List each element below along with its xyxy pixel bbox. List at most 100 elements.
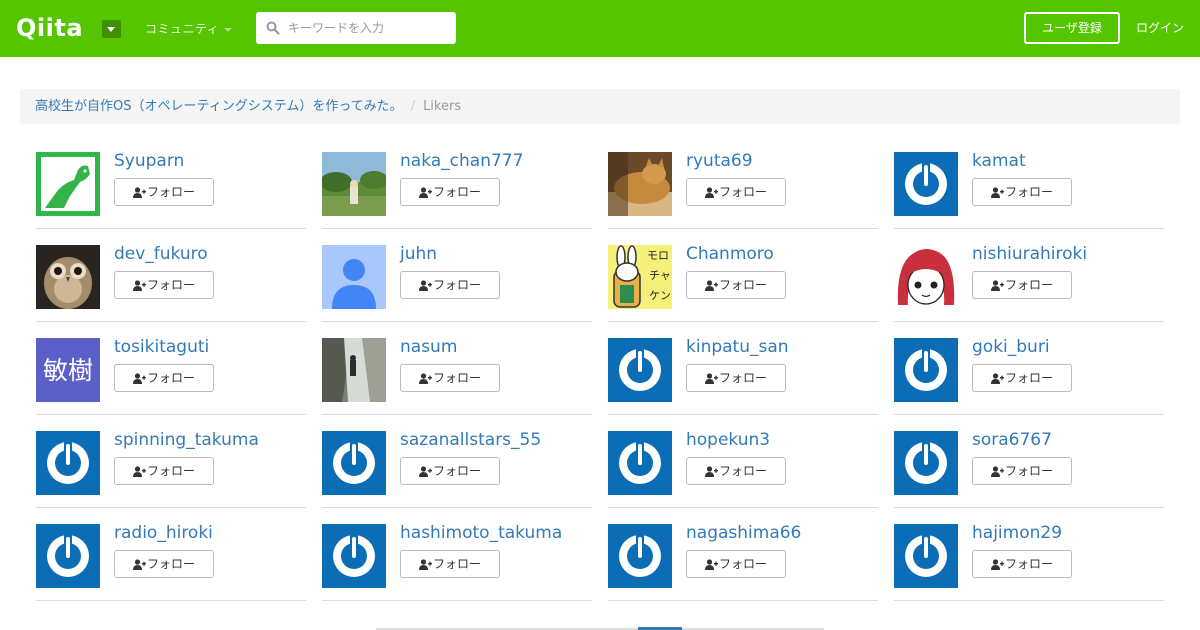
user-avatar[interactable] bbox=[322, 338, 386, 402]
follow-button-label: フォロー bbox=[1004, 464, 1053, 478]
user-avatar[interactable] bbox=[322, 431, 386, 495]
user-avatar[interactable]: 敏樹 bbox=[36, 338, 100, 402]
user-avatar[interactable] bbox=[36, 524, 100, 588]
user-name-link[interactable]: nishiurahiroki bbox=[972, 243, 1087, 265]
follow-button[interactable]: フォロー bbox=[400, 364, 500, 392]
follow-button[interactable]: フォロー bbox=[972, 364, 1072, 392]
login-link[interactable]: ログイン bbox=[1136, 20, 1184, 36]
svg-text:モロ: モロ bbox=[647, 249, 669, 262]
follow-button[interactable]: フォロー bbox=[686, 550, 786, 578]
follow-button-label: フォロー bbox=[718, 278, 767, 292]
liker-card: naka_chan777 フォロー bbox=[322, 150, 592, 229]
user-name-link[interactable]: Chanmoro bbox=[686, 243, 774, 265]
follow-button-label: フォロー bbox=[1004, 185, 1053, 199]
user-avatar[interactable] bbox=[322, 524, 386, 588]
follow-button-label: フォロー bbox=[1004, 371, 1053, 385]
follow-button[interactable]: フォロー bbox=[686, 364, 786, 392]
follow-button-label: フォロー bbox=[432, 185, 481, 199]
user-plus-icon bbox=[418, 187, 432, 198]
search-input[interactable] bbox=[288, 12, 452, 44]
follow-button[interactable]: フォロー bbox=[972, 178, 1072, 206]
user-name-link[interactable]: sazanallstars_55 bbox=[400, 429, 541, 451]
user-name-link[interactable]: naka_chan777 bbox=[400, 150, 523, 172]
follow-button-label: フォロー bbox=[718, 371, 767, 385]
user-name-link[interactable]: goki_buri bbox=[972, 336, 1050, 358]
liker-card: hopekun3 フォロー bbox=[608, 429, 878, 508]
user-name-link[interactable]: kinpatu_san bbox=[686, 336, 789, 358]
user-avatar[interactable] bbox=[322, 245, 386, 309]
follow-button[interactable]: フォロー bbox=[114, 364, 214, 392]
user-plus-icon bbox=[990, 187, 1004, 198]
user-avatar[interactable] bbox=[894, 245, 958, 309]
liker-card: radio_hiroki フォロー bbox=[36, 522, 306, 601]
user-name-link[interactable]: dev_fukuro bbox=[114, 243, 208, 265]
user-name-link[interactable]: kamat bbox=[972, 150, 1026, 172]
user-avatar[interactable] bbox=[608, 152, 672, 216]
user-avatar[interactable] bbox=[36, 431, 100, 495]
user-avatar[interactable] bbox=[36, 152, 100, 216]
follow-button[interactable]: フォロー bbox=[686, 457, 786, 485]
user-name-link[interactable]: nagashima66 bbox=[686, 522, 801, 544]
user-plus-icon bbox=[704, 466, 718, 477]
follow-button-label: フォロー bbox=[146, 278, 195, 292]
user-plus-icon bbox=[990, 559, 1004, 570]
follow-button[interactable]: フォロー bbox=[972, 271, 1072, 299]
svg-text:チャ: チャ bbox=[649, 269, 671, 282]
follow-button[interactable]: フォロー bbox=[114, 178, 214, 206]
breadcrumb: 高校生が自作OS（オペレーティングシステム）を作ってみた。 / Likers bbox=[20, 89, 1180, 124]
user-name-link[interactable]: hajimon29 bbox=[972, 522, 1062, 544]
user-name-link[interactable]: nasum bbox=[400, 336, 457, 358]
follow-button[interactable]: フォロー bbox=[686, 271, 786, 299]
user-plus-icon bbox=[990, 280, 1004, 291]
user-avatar[interactable] bbox=[322, 152, 386, 216]
follow-button[interactable]: フォロー bbox=[400, 550, 500, 578]
user-name-link[interactable]: hashimoto_takuma bbox=[400, 522, 562, 544]
user-plus-icon bbox=[704, 373, 718, 384]
liker-card: 敏樹 tosikitaguti フォロー bbox=[36, 336, 306, 415]
follow-button-label: フォロー bbox=[146, 371, 195, 385]
community-menu[interactable]: コミュニティ bbox=[145, 21, 219, 37]
user-name-link[interactable]: Syuparn bbox=[114, 150, 184, 172]
follow-button[interactable]: フォロー bbox=[114, 550, 214, 578]
follow-button-label: フォロー bbox=[146, 464, 195, 478]
follow-button[interactable]: フォロー bbox=[114, 457, 214, 485]
user-name-link[interactable]: ryuta69 bbox=[686, 150, 753, 172]
user-avatar[interactable] bbox=[894, 431, 958, 495]
user-plus-icon bbox=[418, 466, 432, 477]
follow-button[interactable]: フォロー bbox=[114, 271, 214, 299]
user-avatar[interactable] bbox=[894, 338, 958, 402]
user-avatar[interactable] bbox=[894, 524, 958, 588]
user-name-link[interactable]: hopekun3 bbox=[686, 429, 770, 451]
user-name-link[interactable]: spinning_takuma bbox=[114, 429, 259, 451]
qiita-logo[interactable]: Qiita bbox=[16, 14, 83, 42]
chevron-down-icon[interactable] bbox=[224, 28, 232, 32]
user-name-link[interactable]: juhn bbox=[400, 243, 437, 265]
user-avatar[interactable] bbox=[608, 431, 672, 495]
liker-card: goki_buri フォロー bbox=[894, 336, 1164, 415]
user-plus-icon bbox=[704, 187, 718, 198]
follow-button[interactable]: フォロー bbox=[972, 550, 1072, 578]
user-avatar[interactable]: モロ チャ ケン bbox=[608, 245, 672, 309]
user-avatar[interactable] bbox=[894, 152, 958, 216]
user-name-link[interactable]: tosikitaguti bbox=[114, 336, 209, 358]
user-name-link[interactable]: sora6767 bbox=[972, 429, 1052, 451]
follow-button[interactable]: フォロー bbox=[972, 457, 1072, 485]
user-plus-icon bbox=[418, 559, 432, 570]
follow-button[interactable]: フォロー bbox=[686, 178, 786, 206]
breadcrumb-article-link[interactable]: 高校生が自作OS（オペレーティングシステム）を作ってみた。 bbox=[35, 99, 403, 114]
user-avatar[interactable] bbox=[608, 524, 672, 588]
svg-text:ケン: ケン bbox=[649, 289, 671, 302]
user-avatar[interactable] bbox=[608, 338, 672, 402]
liker-card: juhn フォロー bbox=[322, 243, 592, 322]
signup-button[interactable]: ユーザ登録 bbox=[1024, 12, 1120, 44]
follow-button[interactable]: フォロー bbox=[400, 457, 500, 485]
global-header: Qiita コミュニティ ユーザ登録 ログイン bbox=[0, 0, 1200, 57]
user-name-link[interactable]: radio_hiroki bbox=[114, 522, 213, 544]
follow-button[interactable]: フォロー bbox=[400, 178, 500, 206]
liker-card: Syuparn フォロー bbox=[36, 150, 306, 229]
search-box[interactable] bbox=[256, 12, 456, 44]
user-avatar[interactable] bbox=[36, 245, 100, 309]
logo-menu-dropdown-icon[interactable] bbox=[102, 20, 121, 38]
follow-button[interactable]: フォロー bbox=[400, 271, 500, 299]
svg-text:敏樹: 敏樹 bbox=[43, 356, 93, 385]
